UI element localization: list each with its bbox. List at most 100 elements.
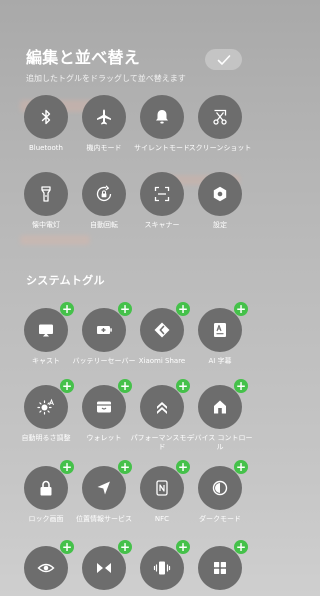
add-toggle-button[interactable]: + bbox=[234, 302, 248, 316]
add-toggle-button[interactable]: + bbox=[118, 540, 132, 554]
toggle-bluetooth[interactable]: Bluetooth bbox=[17, 95, 75, 153]
toggle-button[interactable]: + bbox=[140, 460, 190, 510]
toggle-button[interactable]: + bbox=[198, 460, 248, 510]
scissors-icon bbox=[213, 109, 227, 125]
add-toggle-button[interactable]: + bbox=[60, 302, 74, 316]
toggle-auto-rotate[interactable]: 自動回転 bbox=[75, 172, 133, 230]
add-toggle-button[interactable]: + bbox=[176, 379, 190, 393]
wallet-icon bbox=[97, 401, 111, 413]
add-toggle-button[interactable]: + bbox=[60, 460, 74, 474]
toggle-label: デバイス コントロール bbox=[187, 434, 253, 451]
vibrate-icon bbox=[153, 561, 171, 575]
add-toggle-button[interactable]: + bbox=[234, 460, 248, 474]
toggle-button[interactable] bbox=[82, 95, 126, 139]
home-icon bbox=[214, 400, 226, 414]
system-toggle-cast[interactable]: + キャスト bbox=[17, 302, 75, 366]
toggle-label: Xiaomi Share bbox=[138, 357, 186, 365]
system-toggle-wallet[interactable]: + ウォレット bbox=[75, 379, 133, 443]
add-toggle-button[interactable]: + bbox=[234, 540, 248, 554]
toggle-screenshot[interactable]: スクリーンショット bbox=[189, 95, 251, 153]
toggle-flashlight[interactable]: 懐中電灯 bbox=[17, 172, 75, 230]
toggle-label: 自動明るさ調整 bbox=[21, 434, 71, 442]
toggle-button[interactable] bbox=[82, 172, 126, 216]
toggle-label: 設定 bbox=[213, 221, 227, 229]
eye-icon bbox=[37, 563, 55, 573]
toggle-button[interactable]: + bbox=[24, 379, 74, 429]
system-toggle-eye[interactable]: + bbox=[17, 540, 75, 590]
toggle-button[interactable]: + bbox=[82, 460, 132, 510]
toggle-button[interactable] bbox=[198, 172, 242, 216]
system-toggle-battery-saver[interactable]: + バッテリーセーバー bbox=[73, 302, 135, 366]
bell-icon bbox=[156, 110, 168, 124]
toggle-label: ロック画面 bbox=[28, 515, 64, 523]
toggle-button[interactable]: + bbox=[140, 302, 190, 352]
toggle-button[interactable] bbox=[24, 95, 68, 139]
toggle-button[interactable]: + bbox=[24, 460, 74, 510]
toggle-label: 自動回転 bbox=[90, 221, 118, 229]
system-toggle-auto-brightness[interactable]: + 自動明るさ調整 bbox=[17, 379, 75, 443]
add-toggle-button[interactable]: + bbox=[118, 379, 132, 393]
add-toggle-button[interactable]: + bbox=[118, 302, 132, 316]
toggle-button[interactable]: + bbox=[82, 302, 132, 352]
system-toggle-ai-caption[interactable]: + AI 字幕 bbox=[191, 302, 249, 366]
add-toggle-button[interactable]: + bbox=[60, 379, 74, 393]
add-toggle-button[interactable]: + bbox=[176, 460, 190, 474]
system-toggle-location[interactable]: + 位置情報サービス bbox=[75, 460, 133, 524]
toggle-button[interactable]: + bbox=[24, 540, 74, 590]
toggle-button[interactable]: + bbox=[24, 302, 74, 352]
section-title-system-toggles: システムトグル bbox=[26, 274, 105, 287]
toggle-button[interactable]: + bbox=[198, 379, 248, 429]
toggle-label: パフォーマンスモード bbox=[130, 434, 194, 451]
system-toggle-xiaomi-share[interactable]: + Xiaomi Share bbox=[133, 302, 191, 366]
system-toggle-dark-mode[interactable]: + ダークモード bbox=[191, 460, 249, 524]
checkmark-icon bbox=[217, 54, 230, 65]
battery-saver-icon bbox=[97, 326, 112, 334]
toggle-label: Bluetooth bbox=[29, 144, 63, 152]
grid-icon bbox=[214, 562, 226, 574]
system-toggle-device-control[interactable]: + デバイス コントロール bbox=[187, 379, 253, 452]
location-icon bbox=[97, 481, 110, 495]
toggle-button[interactable]: + bbox=[140, 379, 190, 429]
lock-icon bbox=[40, 480, 52, 496]
add-toggle-button[interactable]: + bbox=[176, 302, 190, 316]
dark-mode-icon bbox=[212, 480, 228, 496]
system-toggle-performance-mode[interactable]: + パフォーマンスモード bbox=[131, 379, 193, 452]
toggle-airplane-mode[interactable]: 機内モード bbox=[75, 95, 133, 153]
flashlight-icon bbox=[41, 186, 51, 202]
toggle-label: 位置情報サービス bbox=[76, 515, 132, 523]
nfc-icon bbox=[156, 480, 168, 496]
toggle-button[interactable]: + bbox=[198, 302, 248, 352]
gear-icon bbox=[213, 186, 227, 202]
toggle-label: バッテリーセーバー bbox=[72, 357, 136, 365]
system-toggle-bowtie[interactable]: + bbox=[75, 540, 133, 590]
airplane-icon bbox=[97, 109, 111, 125]
system-toggle-lock-screen[interactable]: + ロック画面 bbox=[17, 460, 75, 524]
toggle-settings[interactable]: 設定 bbox=[191, 172, 249, 230]
toggle-button[interactable] bbox=[140, 95, 184, 139]
add-toggle-button[interactable]: + bbox=[118, 460, 132, 474]
ai-caption-icon bbox=[214, 323, 226, 337]
system-toggle-nfc[interactable]: + NFC bbox=[133, 460, 191, 524]
toggle-label: NFC bbox=[154, 515, 170, 523]
rotation-lock-icon bbox=[96, 185, 112, 202]
add-toggle-button[interactable]: + bbox=[176, 540, 190, 554]
toggle-label: 懐中電灯 bbox=[32, 221, 60, 229]
toggle-label: キャスト bbox=[32, 357, 60, 365]
toggle-scanner[interactable]: スキャナー bbox=[133, 172, 191, 230]
add-toggle-button[interactable]: + bbox=[234, 379, 248, 393]
add-toggle-button[interactable]: + bbox=[60, 540, 74, 554]
toggle-button[interactable] bbox=[140, 172, 184, 216]
done-button[interactable] bbox=[205, 49, 242, 70]
toggle-button[interactable] bbox=[24, 172, 68, 216]
page-subtitle: 追加したトグルをドラッグして並べ替えます bbox=[26, 74, 186, 83]
toggle-button[interactable]: + bbox=[140, 540, 190, 590]
system-toggle-grid[interactable]: + bbox=[191, 540, 249, 590]
toggle-button[interactable]: + bbox=[82, 540, 132, 590]
toggle-silent-mode[interactable]: サイレントモード bbox=[133, 95, 191, 153]
toggle-label: ダークモード bbox=[199, 515, 241, 523]
toggle-button[interactable] bbox=[198, 95, 242, 139]
system-toggle-vibrate[interactable]: + bbox=[133, 540, 191, 590]
toggle-label: サイレントモード bbox=[134, 144, 190, 152]
toggle-button[interactable]: + bbox=[82, 379, 132, 429]
toggle-button[interactable]: + bbox=[198, 540, 248, 590]
